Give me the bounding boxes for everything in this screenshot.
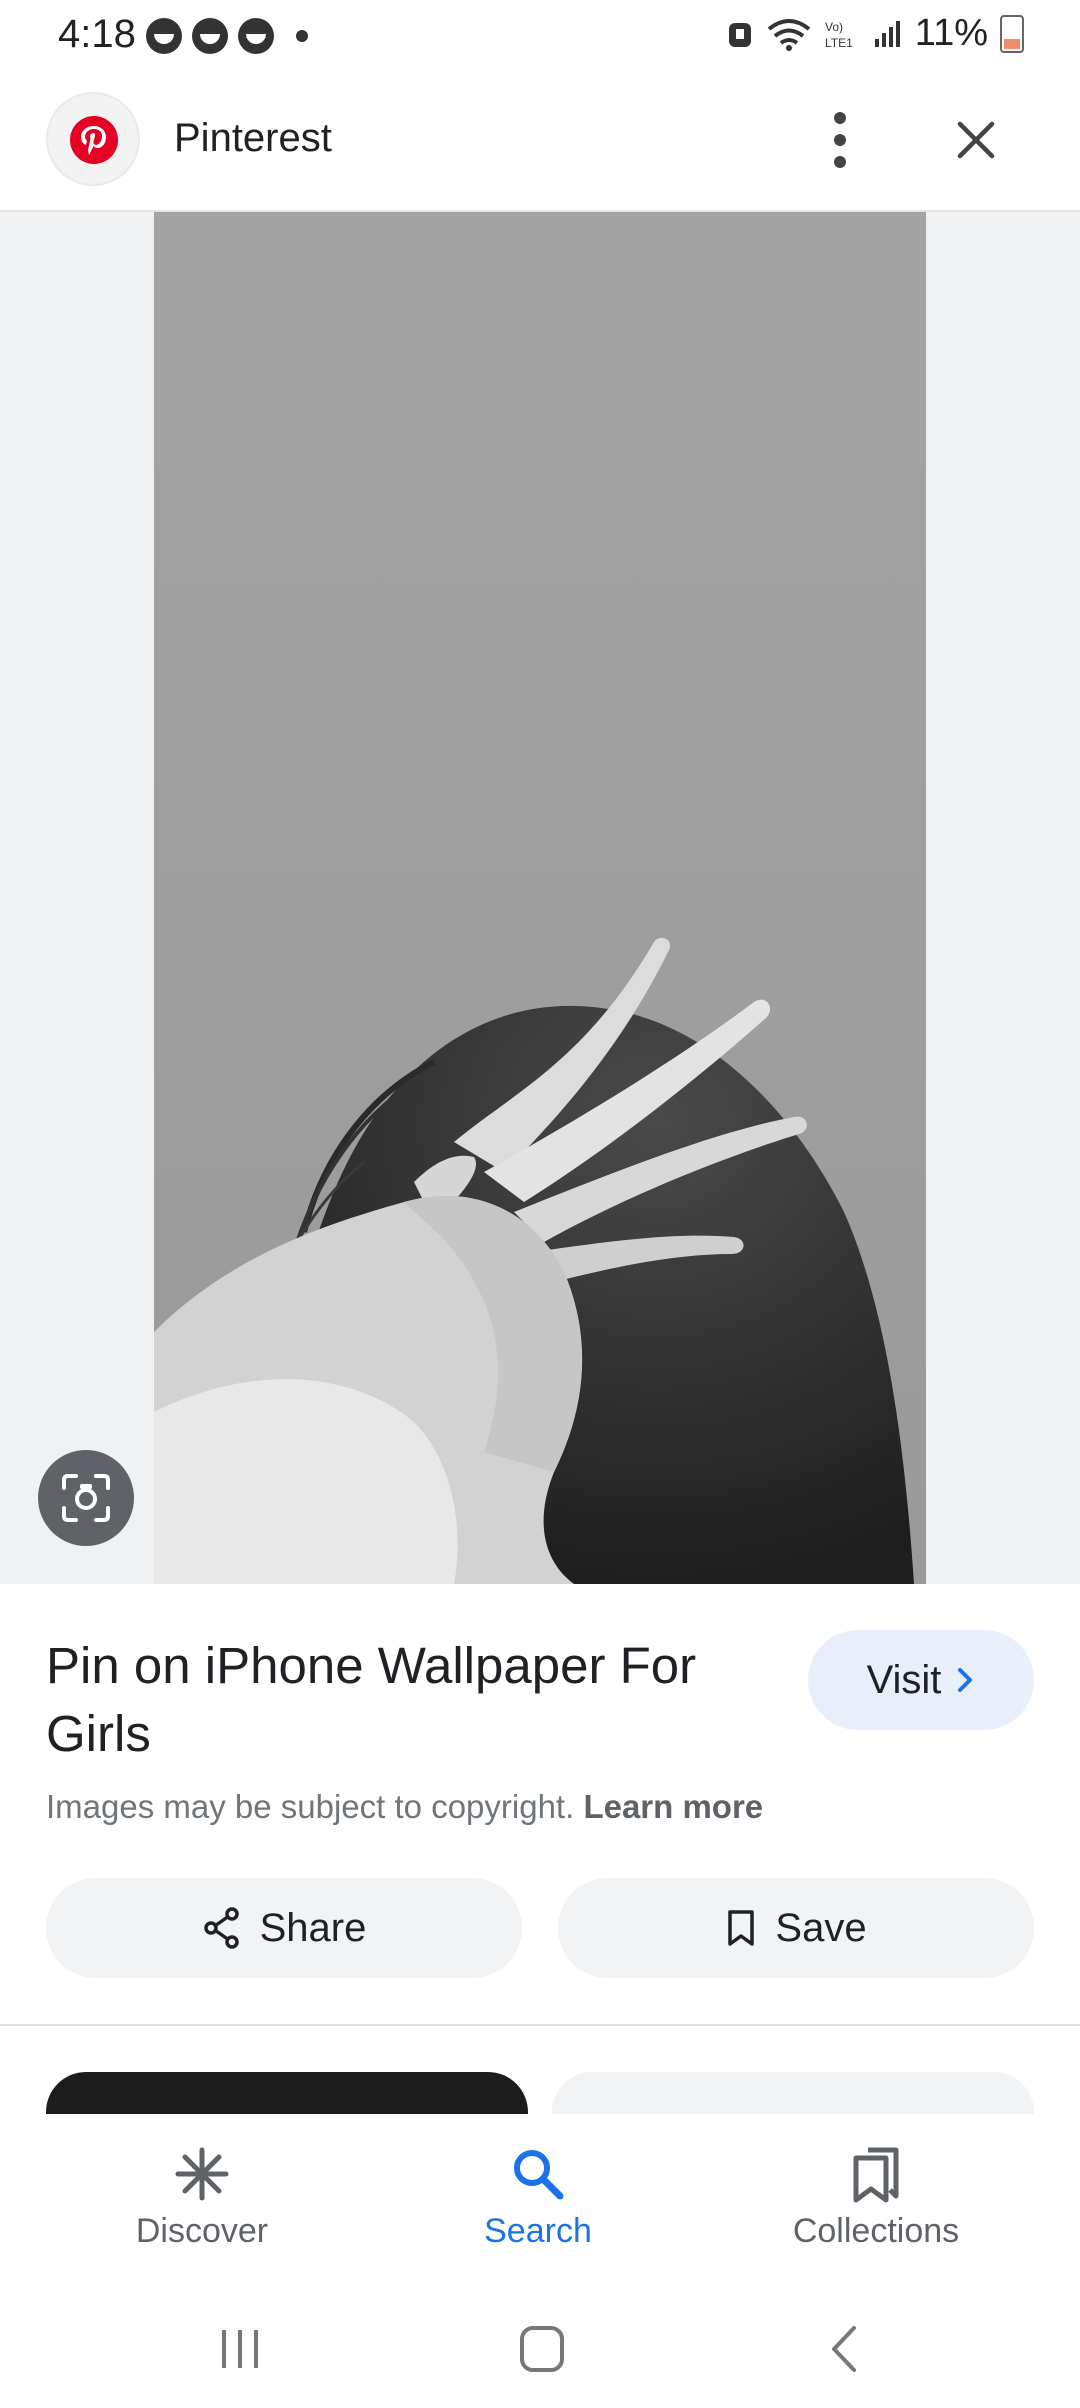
more-options-button[interactable] — [818, 108, 862, 172]
more-vert-icon — [834, 156, 846, 168]
close-button[interactable] — [948, 112, 1004, 168]
share-icon — [203, 1907, 239, 1949]
share-button[interactable]: Share — [46, 1878, 522, 1978]
battery-icon — [1000, 14, 1024, 53]
home-button[interactable] — [512, 2324, 572, 2374]
divider — [0, 2024, 1080, 2026]
collections-icon — [853, 2147, 899, 2203]
learn-more-link[interactable]: Learn more — [583, 1788, 763, 1825]
back-button[interactable] — [816, 2324, 876, 2374]
wifi-icon — [767, 18, 810, 51]
home-icon — [520, 2326, 564, 2372]
nav-discover[interactable]: Discover — [82, 2144, 322, 2251]
volte-icon: Vo) LTE1 — [825, 20, 853, 50]
more-notifications-dot-icon — [296, 30, 308, 42]
recents-button[interactable] — [210, 2324, 270, 2374]
image-preview-area — [0, 212, 1080, 1584]
search-icon — [514, 2150, 564, 2200]
battery-percent: 11% — [914, 12, 988, 54]
pinterest-logo-icon[interactable] — [46, 92, 140, 186]
notification-icon — [238, 18, 274, 54]
more-vert-icon — [834, 134, 846, 146]
nav-search-label: Search — [484, 2212, 592, 2250]
system-navigation-bar — [0, 2284, 1080, 2408]
visit-label: Visit — [866, 1657, 942, 1702]
nav-search[interactable]: Search — [418, 2144, 658, 2251]
alarm-icon — [728, 22, 751, 47]
back-icon — [832, 2326, 856, 2372]
status-time: 4:18 — [58, 12, 136, 56]
preview-image[interactable] — [154, 212, 926, 1584]
notification-icon — [192, 18, 228, 54]
visit-button[interactable]: Visit — [808, 1630, 1034, 1730]
recents-icon — [222, 2330, 258, 2368]
lens-search-button[interactable] — [38, 1450, 134, 1546]
site-name[interactable]: Pinterest — [174, 116, 332, 161]
save-button[interactable]: Save — [558, 1878, 1034, 1978]
copyright-notice: Images may be subject to copyright. Lear… — [46, 1788, 763, 1826]
more-vert-icon — [834, 112, 846, 124]
copyright-text: Images may be subject to copyright. — [46, 1788, 575, 1825]
bottom-navigation: Discover Search Collections — [0, 2114, 1080, 2284]
status-bar: 4:18 Vo) LTE1 11% — [0, 0, 1080, 72]
share-label: Share — [259, 1905, 367, 1950]
notification-icons — [146, 18, 308, 54]
status-right: Vo) LTE1 11% — [725, 12, 1024, 55]
close-icon — [957, 121, 995, 159]
result-title[interactable]: Pin on iPhone Wallpaper For Girls — [46, 1632, 726, 1768]
svg-text:Vo): Vo) — [825, 20, 843, 34]
svg-text:LTE1: LTE1 — [825, 36, 853, 50]
asterisk-icon — [175, 2147, 229, 2201]
bookmark-icon — [728, 1910, 755, 1946]
notification-icon — [146, 18, 182, 54]
camera-lens-icon — [62, 1474, 110, 1522]
nav-discover-label: Discover — [135, 2212, 269, 2250]
nav-collections-label: Collections — [792, 2212, 960, 2250]
viewer-header: Pinterest — [0, 72, 1080, 212]
chevron-right-icon — [958, 1668, 973, 1692]
signal-icon — [874, 20, 900, 47]
nav-collections[interactable]: Collections — [756, 2144, 996, 2251]
save-label: Save — [775, 1905, 867, 1950]
